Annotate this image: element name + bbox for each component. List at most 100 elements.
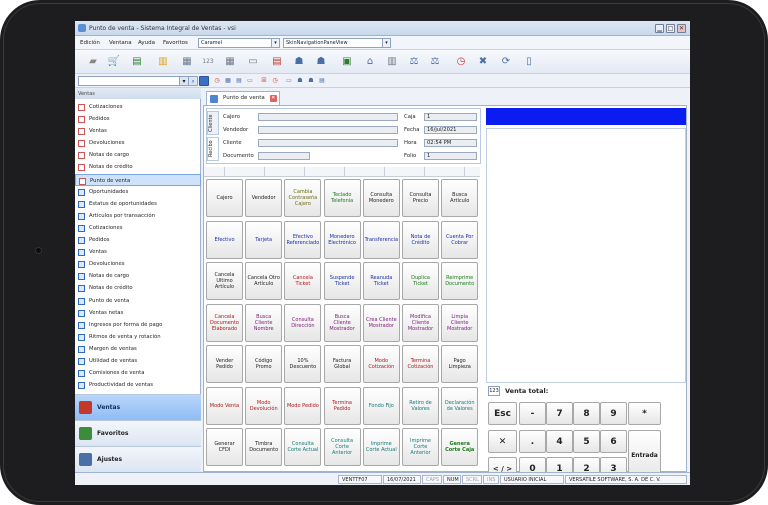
pos-function-button[interactable]: Consulta Dirección: [284, 303, 322, 342]
chevron-down-icon[interactable]: ▾: [271, 39, 279, 47]
vtab-cliente[interactable]: Cliente: [207, 111, 219, 135]
pos-function-button[interactable]: Generar CFDI: [206, 428, 243, 466]
pos-function-button[interactable]: Monedero Electrónico: [323, 220, 361, 259]
pos-function-button[interactable]: Cancela Ticket: [284, 262, 322, 300]
pos-function-button[interactable]: Cancela Ultimo Artículo: [206, 262, 243, 300]
keypad-key[interactable]: 9: [600, 402, 627, 425]
clock-small-icon[interactable]: ◷: [212, 76, 222, 86]
sidebar-item[interactable]: Punto de venta: [75, 295, 201, 307]
pos-function-button[interactable]: Suspende Ticket: [323, 262, 361, 300]
sidebar-item[interactable]: Ventas: [75, 125, 201, 137]
keypad-key[interactable]: 7: [546, 402, 573, 425]
sidebar-item[interactable]: Cotizaciones: [75, 222, 201, 234]
vtab-recibo[interactable]: Recibo: [207, 137, 219, 161]
keypad-key[interactable]: 5: [573, 430, 600, 453]
sidebar-item[interactable]: Cotizaciones: [75, 101, 201, 113]
sidebar-section-2[interactable]: Ajustes: [75, 446, 201, 472]
sidebar-item[interactable]: Notas de crédito: [75, 282, 201, 294]
pos-function-button[interactable]: Reimprime Documento: [441, 262, 479, 300]
pos-function-button[interactable]: Retiro de Valores: [402, 386, 439, 425]
scale-icon[interactable]: ⚖: [406, 54, 422, 70]
keypad-key[interactable]: .: [519, 430, 546, 453]
chevron-down-icon[interactable]: ▾: [382, 39, 390, 47]
sidebar-item[interactable]: Estatus de oportunidades: [75, 198, 201, 210]
sidebar-item[interactable]: Pedidos: [75, 113, 201, 125]
pos-function-button[interactable]: Modo Venta: [206, 386, 243, 425]
menu-favoritos[interactable]: Favoritos: [163, 40, 188, 46]
group-small-icon[interactable]: ☗: [306, 76, 316, 86]
pos-function-button[interactable]: Efectivo: [206, 220, 243, 259]
tools-icon[interactable]: ✖: [475, 54, 491, 70]
sidebar-item[interactable]: Notas de cargo: [75, 270, 201, 282]
cliente-field[interactable]: [258, 139, 398, 147]
pos-function-button[interactable]: Reanuda Ticket: [362, 262, 400, 300]
clock-icon[interactable]: ◷: [453, 54, 469, 70]
pos-function-button[interactable]: Imprime Corte Anterior: [402, 428, 439, 466]
panel-icon[interactable]: [199, 76, 209, 86]
pos-function-button[interactable]: Consulta Corte Anterior: [323, 428, 361, 466]
theme-select[interactable]: Caramel ▾: [198, 38, 280, 48]
store-icon[interactable]: ▦: [179, 54, 195, 70]
sidebar-item[interactable]: Devoluciones: [75, 258, 201, 270]
pos-function-button[interactable]: Nota de Crédito: [402, 220, 439, 259]
pos-function-button[interactable]: Duplica Ticket: [402, 262, 439, 300]
sidebar-item[interactable]: Pedidos: [75, 234, 201, 246]
numbers-icon[interactable]: 123: [200, 54, 216, 70]
pos-function-button[interactable]: Efectivo Referenciado: [284, 220, 322, 259]
open-folder-icon[interactable]: ▰: [85, 54, 101, 70]
sidebar-item[interactable]: Devoluciones: [75, 137, 201, 149]
id-card-icon[interactable]: ▭: [245, 54, 261, 70]
list-small-icon[interactable]: ▤: [317, 76, 327, 86]
print-small-icon[interactable]: ▭: [245, 76, 255, 86]
sidebar-item[interactable]: Ventas: [75, 246, 201, 258]
report-icon[interactable]: ▤: [269, 54, 285, 70]
pos-function-button[interactable]: Modo Cotización: [362, 345, 400, 383]
pos-function-button[interactable]: Vender Pedido: [206, 345, 243, 383]
chart-small-icon[interactable]: ▤: [234, 76, 244, 86]
users-icon[interactable]: ☗: [291, 54, 307, 70]
pos-function-button[interactable]: Crea Cliente Mostrador: [362, 303, 400, 342]
cart-icon[interactable]: 🛒: [106, 54, 122, 70]
pos-function-button[interactable]: Consulta Monedero: [362, 179, 400, 217]
pos-function-button[interactable]: Código Promo: [245, 345, 283, 383]
keypad-key[interactable]: Esc: [488, 402, 517, 425]
mobile-icon[interactable]: ▯: [521, 54, 537, 70]
pos-function-button[interactable]: 10% Descuento: [284, 345, 322, 383]
sidebar-item[interactable]: Margen de ventas: [75, 343, 201, 355]
pos-function-button[interactable]: Limpia Cliente Mostrador: [441, 303, 479, 342]
sidebar-item[interactable]: Oportunidades: [75, 186, 201, 198]
sidebar-item[interactable]: Ventas netas: [75, 307, 201, 319]
pos-function-button[interactable]: Declaración de Valores: [441, 386, 479, 425]
keypad-key[interactable]: 4: [546, 430, 573, 453]
close-icon[interactable]: ✕: [677, 24, 686, 33]
menu-edicion[interactable]: Edición: [80, 40, 100, 46]
pos-function-button[interactable]: Busca Artículo: [441, 179, 479, 217]
bank-icon[interactable]: ⌂: [362, 54, 378, 70]
barcode-icon[interactable]: ▥: [384, 54, 400, 70]
pos-function-button[interactable]: Cancela Otro Artículo: [245, 262, 283, 300]
pos-function-button[interactable]: Modo Devolución: [245, 386, 283, 425]
sidebar-item[interactable]: Punto de venta: [75, 173, 201, 186]
cash-icon[interactable]: ▥: [155, 54, 171, 70]
balance-icon[interactable]: ⚖: [427, 54, 443, 70]
cajero-field[interactable]: [258, 113, 398, 121]
pos-function-button[interactable]: Modifica Cliente Mostrador: [402, 303, 439, 342]
pos-function-button[interactable]: Busca Cliente Nombre: [245, 303, 283, 342]
pos-function-button[interactable]: Pago Limpieza: [441, 345, 479, 383]
pos-function-button[interactable]: Timbra Documento: [245, 428, 283, 466]
cancel-small-icon[interactable]: ☒: [259, 76, 269, 86]
sidebar-item[interactable]: Ingresos por forma de pago: [75, 319, 201, 331]
keypad-key[interactable]: 8: [573, 402, 600, 425]
sidebar-item[interactable]: Ritmos de venta y rotación: [75, 331, 201, 343]
menu-ventana[interactable]: Ventana: [109, 40, 132, 46]
maximize-icon[interactable]: □: [666, 24, 675, 33]
sync-icon[interactable]: ⟳: [498, 54, 514, 70]
pos-function-button[interactable]: Consulta Precio: [402, 179, 439, 217]
pos-function-button[interactable]: Transferencia: [362, 220, 400, 259]
minimize-icon[interactable]: ▁: [655, 24, 664, 33]
search-icon[interactable]: ⌕: [188, 76, 198, 86]
pos-function-button[interactable]: Tarjeta: [245, 220, 283, 259]
pos-function-button[interactable]: Cuenta Por Cobrar: [441, 220, 479, 259]
pos-function-button[interactable]: Imprime Corte Actual: [362, 428, 400, 466]
grid-small-icon[interactable]: ▦: [223, 76, 233, 86]
